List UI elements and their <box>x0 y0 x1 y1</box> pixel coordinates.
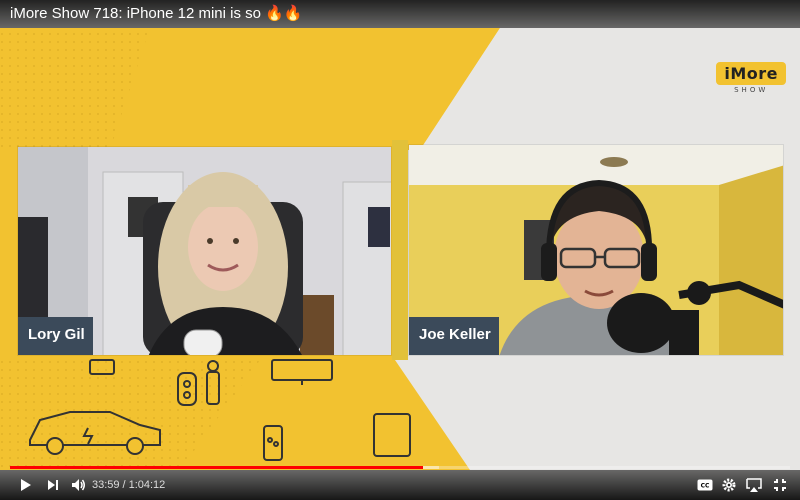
next-video-button[interactable] <box>40 470 66 500</box>
progress-bar[interactable] <box>10 466 790 469</box>
captions-button[interactable]: CC <box>694 470 716 500</box>
exit-fullscreen-button[interactable] <box>768 470 792 500</box>
svg-text:CC: CC <box>701 483 710 490</box>
settings-button[interactable] <box>718 470 740 500</box>
gear-icon <box>722 478 736 492</box>
airplay-icon <box>746 478 762 492</box>
time-separator: / <box>122 479 126 491</box>
video-player[interactable]: iMore Show 718: iPhone 12 mini is so 🔥🔥 … <box>0 0 800 500</box>
participant-name-tag: Lory Gil <box>18 317 93 355</box>
player-controls: 33:59/1:04:12 CC <box>0 466 800 500</box>
captions-icon: CC <box>697 479 713 491</box>
brand-name: iMore <box>716 62 786 85</box>
airplay-button[interactable] <box>742 470 766 500</box>
participant-video-left: Lory Gil <box>17 146 392 356</box>
time-display: 33:59/1:04:12 <box>92 470 165 500</box>
next-icon <box>48 480 58 490</box>
video-title[interactable]: iMore Show 718: iPhone 12 mini is so <box>10 5 261 22</box>
imore-show-logo: iMore SHOW <box>716 62 786 94</box>
play-icon <box>21 479 31 491</box>
current-time: 33:59 <box>92 479 120 491</box>
volume-button[interactable] <box>66 470 90 500</box>
volume-icon <box>72 479 85 491</box>
exit-fullscreen-icon <box>774 479 786 491</box>
participant-name-tag: Joe Keller <box>409 317 499 355</box>
fire-emoji: 🔥🔥 <box>265 5 303 22</box>
progress-played <box>10 466 423 469</box>
video-title-bar: iMore Show 718: iPhone 12 mini is so 🔥🔥 <box>0 0 800 28</box>
brand-subtitle: SHOW <box>734 86 769 94</box>
participant-video-right: Joe Keller <box>408 144 784 356</box>
duration: 1:04:12 <box>128 479 166 491</box>
play-button[interactable] <box>12 470 40 500</box>
